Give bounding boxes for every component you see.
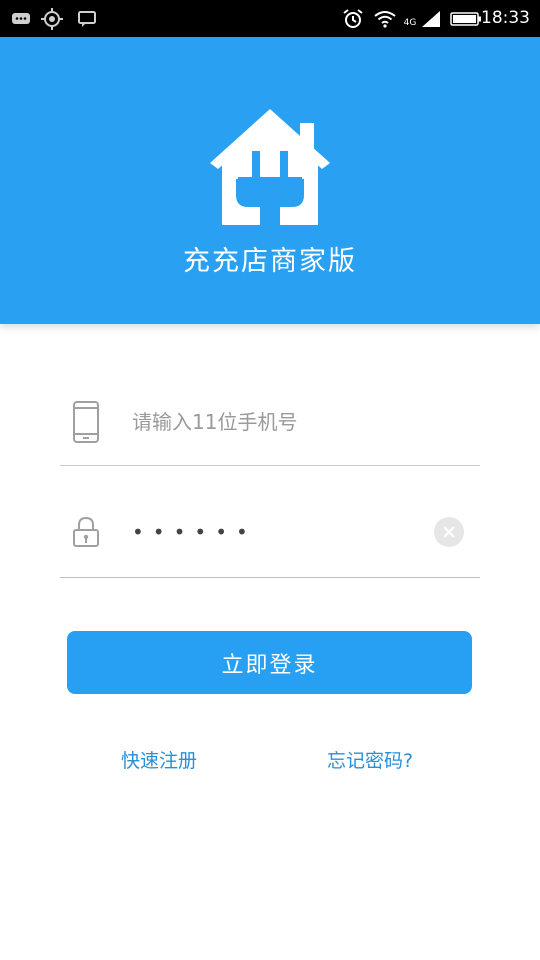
house-plug-icon <box>208 109 332 229</box>
chat-bubble-icon <box>10 0 32 37</box>
password-divider <box>60 577 480 578</box>
status-bar: 4G 18:33 <box>0 0 540 37</box>
login-button[interactable]: 立即登录 <box>67 631 472 694</box>
lock-icon <box>72 502 100 562</box>
app-title: 充充店商家版 <box>183 246 357 277</box>
battery-icon <box>449 0 483 37</box>
register-link[interactable]: 快速注册 <box>121 746 197 773</box>
wifi-icon <box>373 0 397 37</box>
phone-icon <box>72 392 100 452</box>
phone-divider <box>60 465 480 466</box>
location-target-icon <box>40 0 64 37</box>
status-time: 18:33 <box>481 8 530 28</box>
message-icon <box>76 0 98 37</box>
password-field-row: •••••• <box>60 502 480 562</box>
forgot-password-link[interactable]: 忘记密码? <box>327 746 413 773</box>
phone-input[interactable] <box>132 402 432 442</box>
alarm-icon <box>341 0 365 37</box>
network-type-label: 4G <box>403 17 417 28</box>
clear-icon[interactable] <box>434 517 464 547</box>
app-header: 充充店商家版 <box>0 37 540 324</box>
phone-field-row <box>60 392 480 452</box>
password-input[interactable]: •••••• <box>132 512 257 552</box>
signal-icon <box>420 0 442 37</box>
